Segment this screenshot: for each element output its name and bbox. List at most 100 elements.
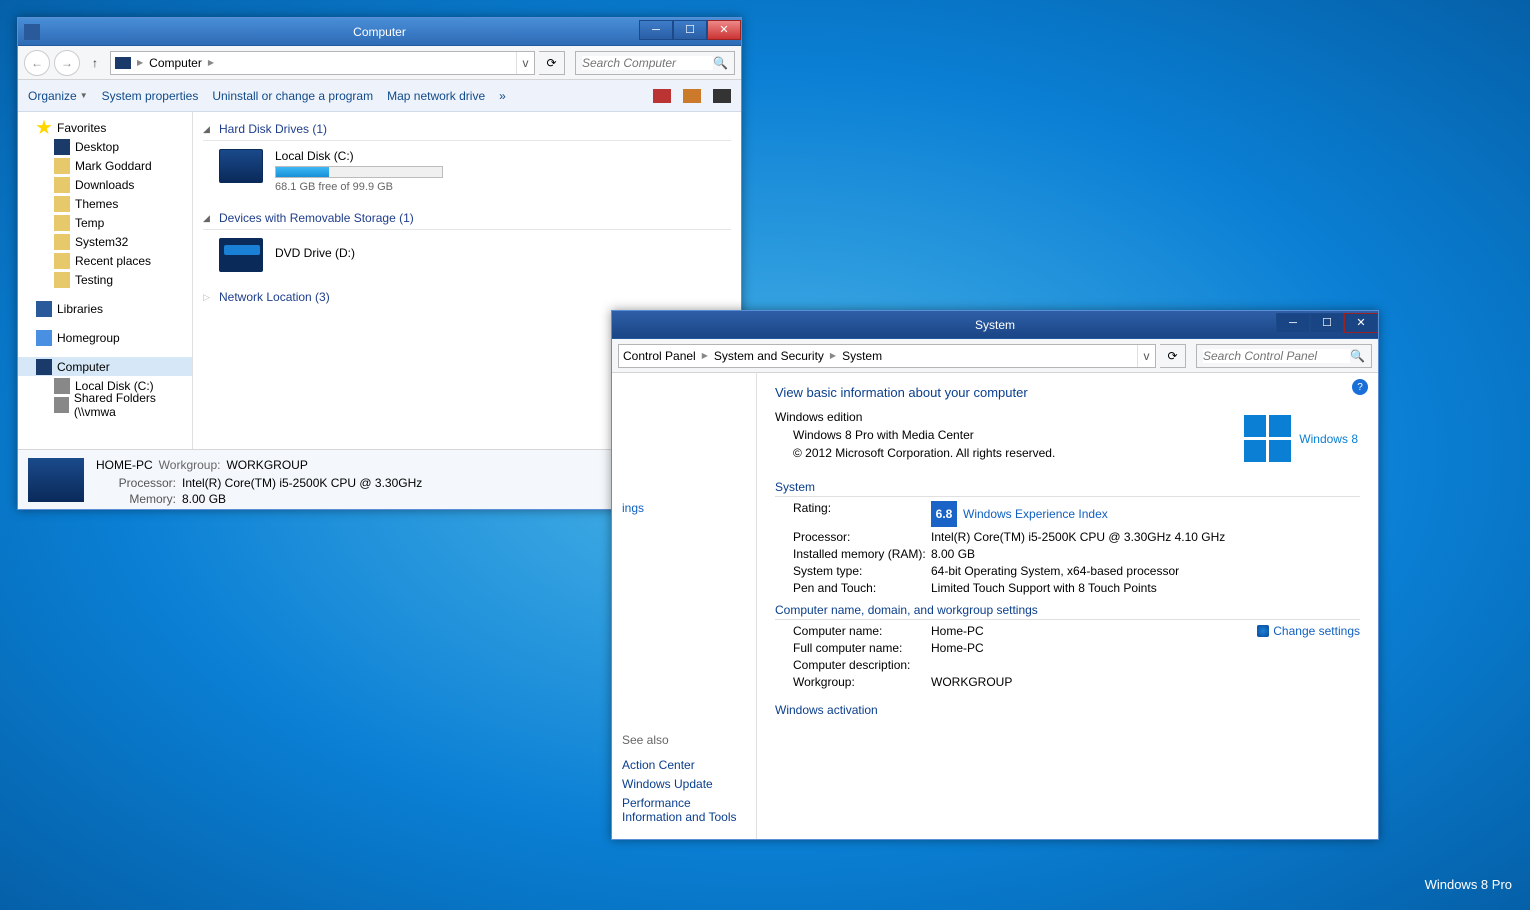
chevron-right-icon[interactable]: ▶ bbox=[135, 58, 145, 67]
forward-button[interactable]: → bbox=[54, 50, 80, 76]
address-dropdown[interactable]: v bbox=[516, 52, 534, 74]
change-settings-link[interactable]: Change settings bbox=[1257, 624, 1360, 638]
wei-link[interactable]: Windows Experience Index bbox=[963, 507, 1108, 521]
shield-icon bbox=[1257, 625, 1269, 637]
collapse-icon: ◢ bbox=[203, 213, 213, 224]
name-section-header: Computer name, domain, and workgroup set… bbox=[775, 603, 1360, 620]
search-icon: 🔍 bbox=[713, 56, 728, 70]
address-bar[interactable]: Control Panel ▶ System and Security ▶ Sy… bbox=[618, 344, 1156, 368]
breadcrumb-3[interactable]: System bbox=[838, 345, 886, 367]
maximize-button[interactable]: ☐ bbox=[673, 20, 707, 40]
map-drive-button[interactable]: Map network drive bbox=[387, 89, 485, 103]
system-section-header: System bbox=[775, 480, 1360, 497]
refresh-button[interactable]: ⟳ bbox=[539, 51, 565, 75]
window-title: Computer bbox=[353, 25, 406, 39]
section-removable[interactable]: ◢Devices with Removable Storage (1) bbox=[203, 207, 731, 230]
workgroup-label: Workgroup: bbox=[159, 458, 221, 472]
windows-logo-text: Windows 8 bbox=[1299, 432, 1358, 446]
address-dropdown[interactable]: v bbox=[1137, 345, 1155, 367]
wg-label: Workgroup: bbox=[793, 675, 931, 689]
search-box[interactable]: 🔍 bbox=[575, 51, 735, 75]
breadcrumb-computer[interactable]: Computer bbox=[145, 52, 206, 74]
processor-label: Processor: bbox=[793, 530, 931, 544]
link-action-center[interactable]: Action Center bbox=[622, 758, 746, 772]
back-button[interactable]: ← bbox=[24, 50, 50, 76]
maximize-button[interactable]: ☐ bbox=[1310, 313, 1344, 333]
workgroup-value: WORKGROUP bbox=[226, 458, 307, 472]
fname-label: Full computer name: bbox=[793, 641, 931, 655]
close-button[interactable]: ✕ bbox=[1344, 313, 1378, 333]
nav-themes[interactable]: Themes bbox=[18, 194, 192, 213]
processor-value: Intel(R) Core(TM) i5-2500K CPU @ 3.30GHz bbox=[182, 476, 422, 490]
side-panel: ings See also Action Center Windows Upda… bbox=[612, 373, 757, 839]
chevron-right-icon[interactable]: ▶ bbox=[700, 351, 710, 360]
nav-system32[interactable]: System32 bbox=[18, 232, 192, 251]
activation-header: Windows activation bbox=[775, 703, 1360, 719]
system-properties-button[interactable]: System properties bbox=[102, 89, 199, 103]
homegroup-icon bbox=[36, 330, 52, 346]
drive-c[interactable]: Local Disk (C:) 68.1 GB free of 99.9 GB bbox=[219, 149, 731, 193]
drive-dvd[interactable]: DVD Drive (D:) bbox=[219, 238, 731, 272]
section-hdd[interactable]: ◢Hard Disk Drives (1) bbox=[203, 118, 731, 141]
fname-value: Home-PC bbox=[931, 641, 984, 655]
nav-favorites[interactable]: Favorites bbox=[18, 118, 192, 137]
toolbar-icon-1[interactable] bbox=[653, 89, 671, 103]
window-title: System bbox=[975, 318, 1015, 332]
minimize-button[interactable]: ─ bbox=[1276, 313, 1310, 333]
section-network[interactable]: ▷Network Location (3) bbox=[203, 286, 731, 308]
nav-downloads[interactable]: Downloads bbox=[18, 175, 192, 194]
wei-score: 6.8 bbox=[931, 501, 957, 527]
desktop-icon bbox=[54, 139, 70, 155]
folder-icon bbox=[54, 234, 70, 250]
hdd-icon bbox=[219, 149, 263, 183]
rating-label: Rating: bbox=[793, 501, 931, 527]
breadcrumb-1[interactable]: Control Panel bbox=[619, 345, 700, 367]
chevron-right-icon[interactable]: ▶ bbox=[828, 351, 838, 360]
host-name: HOME-PC bbox=[96, 458, 153, 472]
preview-pane-button[interactable] bbox=[713, 89, 731, 103]
titlebar[interactable]: System ─ ☐ ✕ bbox=[612, 311, 1378, 339]
nav-temp[interactable]: Temp bbox=[18, 213, 192, 232]
toolbar-icon-2[interactable] bbox=[683, 89, 701, 103]
uninstall-button[interactable]: Uninstall or change a program bbox=[212, 89, 373, 103]
computer-icon bbox=[36, 359, 52, 375]
computer-icon bbox=[111, 52, 135, 74]
wg-value: WORKGROUP bbox=[931, 675, 1012, 689]
search-input[interactable] bbox=[1203, 349, 1350, 363]
truncated-link[interactable]: ings bbox=[622, 501, 746, 515]
desktop-watermark: Windows 8 Pro bbox=[1425, 877, 1512, 892]
address-bar[interactable]: ▶ Computer ▶ v bbox=[110, 51, 535, 75]
organize-menu[interactable]: Organize ▼ bbox=[28, 89, 88, 103]
see-also-label: See also bbox=[622, 733, 746, 747]
breadcrumb-2[interactable]: System and Security bbox=[710, 345, 828, 367]
nav-user[interactable]: Mark Goddard bbox=[18, 156, 192, 175]
overflow-button[interactable]: » bbox=[499, 89, 506, 103]
nav-computer[interactable]: Computer bbox=[18, 357, 192, 376]
rating-value: 6.8 Windows Experience Index bbox=[931, 501, 1108, 527]
link-perf-info[interactable]: Performance Information and Tools bbox=[622, 796, 746, 824]
drive-name: DVD Drive (D:) bbox=[275, 246, 355, 260]
help-button[interactable]: ? bbox=[1352, 379, 1368, 395]
window-controls: ─ ☐ ✕ bbox=[639, 24, 741, 40]
refresh-button[interactable]: ⟳ bbox=[1160, 344, 1186, 368]
nav-desktop[interactable]: Desktop bbox=[18, 137, 192, 156]
nav-homegroup[interactable]: Homegroup bbox=[18, 328, 192, 347]
system-main: ? View basic information about your comp… bbox=[757, 373, 1378, 839]
chevron-right-icon[interactable]: ▶ bbox=[206, 58, 216, 67]
collapse-icon: ◢ bbox=[203, 124, 213, 135]
drive-name: Local Disk (C:) bbox=[275, 149, 443, 163]
pen-label: Pen and Touch: bbox=[793, 581, 931, 595]
search-box[interactable]: 🔍 bbox=[1196, 344, 1372, 368]
titlebar[interactable]: Computer ─ ☐ ✕ bbox=[18, 18, 741, 46]
up-button[interactable]: ↑ bbox=[84, 52, 106, 74]
link-windows-update[interactable]: Windows Update bbox=[622, 777, 746, 791]
user-icon bbox=[54, 158, 70, 174]
nav-libraries[interactable]: Libraries bbox=[18, 299, 192, 318]
minimize-button[interactable]: ─ bbox=[639, 20, 673, 40]
network-drive-icon bbox=[54, 397, 69, 413]
nav-testing[interactable]: Testing bbox=[18, 270, 192, 289]
nav-shared[interactable]: Shared Folders (\\vmwa bbox=[18, 395, 192, 414]
close-button[interactable]: ✕ bbox=[707, 20, 741, 40]
nav-recent[interactable]: Recent places bbox=[18, 251, 192, 270]
search-input[interactable] bbox=[582, 56, 713, 70]
